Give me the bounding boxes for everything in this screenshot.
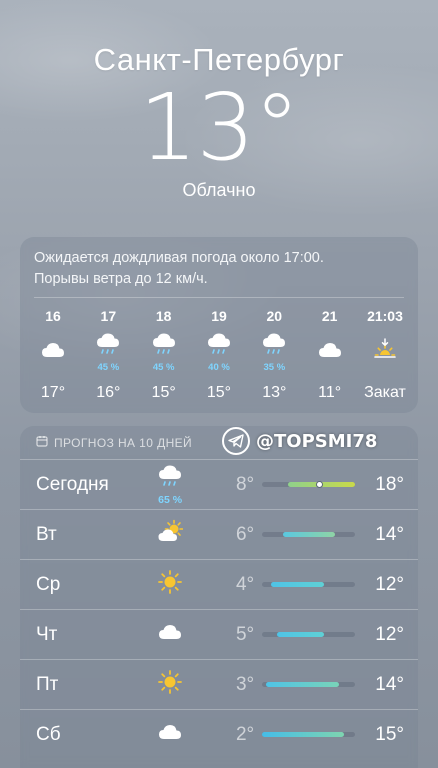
temperature-range-fill <box>277 632 324 637</box>
hour-time: 21 <box>321 308 338 324</box>
hour-temperature: 17° <box>40 384 66 401</box>
day-high-temp: 14° <box>375 523 404 545</box>
day-name: Вт <box>36 523 57 545</box>
temperature-range-fill <box>282 532 335 537</box>
day-high-temp: 15° <box>375 723 404 745</box>
temperature-range-fill <box>262 732 345 737</box>
cloud-icon <box>157 719 183 750</box>
temperature-range-bar <box>262 481 356 488</box>
sun-cloud-icon <box>157 519 184 550</box>
calendar-icon <box>36 435 48 450</box>
day-precipitation: 65 % <box>158 493 183 506</box>
day-name: Ср <box>36 573 61 595</box>
hourly-item: 17 45 % 16° <box>81 308 135 408</box>
hourly-item: 21:03 Закат <box>358 308 412 408</box>
hourly-summary: Ожидается дождливая погода около 17:00. … <box>20 237 418 297</box>
hour-temperature: Закат <box>364 384 406 401</box>
hour-time: 20 <box>266 308 283 324</box>
day-high-temp: 12° <box>375 623 404 645</box>
temperature-range-fill <box>271 582 324 587</box>
cloud-rain-icon <box>151 332 177 363</box>
cloud-rain-icon <box>261 332 287 363</box>
day-name: Пт <box>36 673 59 695</box>
day-low-temp: 4° <box>235 573 255 595</box>
hour-time: 21:03 <box>367 308 403 324</box>
hour-temperature: 11° <box>318 384 342 401</box>
sunset-icon <box>372 337 398 368</box>
current-weather-header: Санкт-Петербург 13° Облачно <box>0 42 438 201</box>
hourly-item: 20 35 % 13° <box>247 308 301 408</box>
daily-forecast-card[interactable]: ПРОГНОЗ НА 10 ДНЕЙ Сегодня 65 % 8° 18° Вт 6° 1… <box>20 426 418 768</box>
daily-row[interactable]: Ср 4° 12° <box>20 559 418 609</box>
hour-temperature: 15° <box>206 384 232 401</box>
cloud-icon <box>40 337 66 368</box>
daily-list: Сегодня 65 % 8° 18° Вт 6° 14° Ср 4° 12° Чт 5° 12° Пт 3… <box>20 459 418 759</box>
day-high-temp: 14° <box>375 673 404 695</box>
hourly-item: 21 11° <box>303 308 357 408</box>
hour-time: 17 <box>100 308 117 324</box>
daily-row[interactable]: Пт 3° 14° <box>20 659 418 709</box>
cloud-icon <box>157 619 183 650</box>
day-low-temp: 2° <box>235 723 255 745</box>
hour-temperature: 16° <box>96 384 121 401</box>
daily-header-label: ПРОГНОЗ НА 10 ДНЕЙ <box>54 435 193 450</box>
temperature-range-bar <box>262 582 356 587</box>
hour-temperature: 15° <box>151 384 176 401</box>
sun-icon <box>157 569 183 600</box>
hour-precipitation: 35 % <box>263 361 286 373</box>
hourly-item: 16 17° <box>26 308 80 408</box>
day-name: Сегодня <box>36 473 109 495</box>
day-name: Сб <box>36 723 61 745</box>
daily-row[interactable]: Чт 5° 12° <box>20 609 418 659</box>
city-name: Санкт-Петербург <box>93 42 345 77</box>
hourly-forecast-card[interactable]: Ожидается дождливая погода около 17:00. … <box>20 237 418 413</box>
hour-temperature: 13° <box>262 384 287 401</box>
hour-precipitation: 40 % <box>208 361 230 373</box>
day-high-temp: 12° <box>375 573 404 595</box>
day-low-temp: 5° <box>235 623 255 645</box>
temperature-range-bar <box>262 682 356 687</box>
cloud-rain-icon <box>157 464 183 495</box>
temperature-range-bar <box>262 732 356 737</box>
day-name: Чт <box>36 623 58 645</box>
cloud-icon <box>317 337 343 368</box>
daily-row[interactable]: Сб 2° 15° <box>20 709 418 759</box>
hour-time: 19 <box>211 308 227 324</box>
hour-time: 18 <box>155 308 172 324</box>
current-condition: Облачно <box>182 180 256 200</box>
daily-header: ПРОГНОЗ НА 10 ДНЕЙ <box>20 426 418 459</box>
hourly-item: 18 45 % 15° <box>137 308 191 408</box>
current-temperature: 13° <box>138 74 300 181</box>
cloud-rain-icon <box>95 332 121 363</box>
hourly-item: 19 40 % 15° <box>192 308 246 408</box>
daily-row[interactable]: Сегодня 65 % 8° 18° <box>20 459 418 509</box>
day-low-temp: 6° <box>235 523 255 545</box>
cloud-rain-icon <box>206 332 232 363</box>
hourly-list[interactable]: 16 17° 17 45 % 16° 18 45 % 15° 19 40 % 15° 20 35 % 13… <box>20 298 418 408</box>
hour-precipitation: 45 % <box>152 361 175 373</box>
temperature-range-bar <box>262 632 356 637</box>
hour-precipitation: 45 % <box>97 361 120 373</box>
summary-line: Ожидается дождливая погода около 17:00. <box>34 250 324 266</box>
summary-line: Порывы ветра до 12 км/ч. <box>34 271 208 287</box>
sun-icon <box>157 669 183 700</box>
temperature-range-bar <box>262 532 356 537</box>
day-high-temp: 18° <box>375 473 404 495</box>
temperature-range-fill <box>265 682 339 687</box>
day-low-temp: 3° <box>235 673 255 695</box>
daily-row[interactable]: Вт 6° 14° <box>20 509 418 559</box>
day-low-temp: 8° <box>235 473 255 495</box>
hour-time: 16 <box>45 308 61 324</box>
